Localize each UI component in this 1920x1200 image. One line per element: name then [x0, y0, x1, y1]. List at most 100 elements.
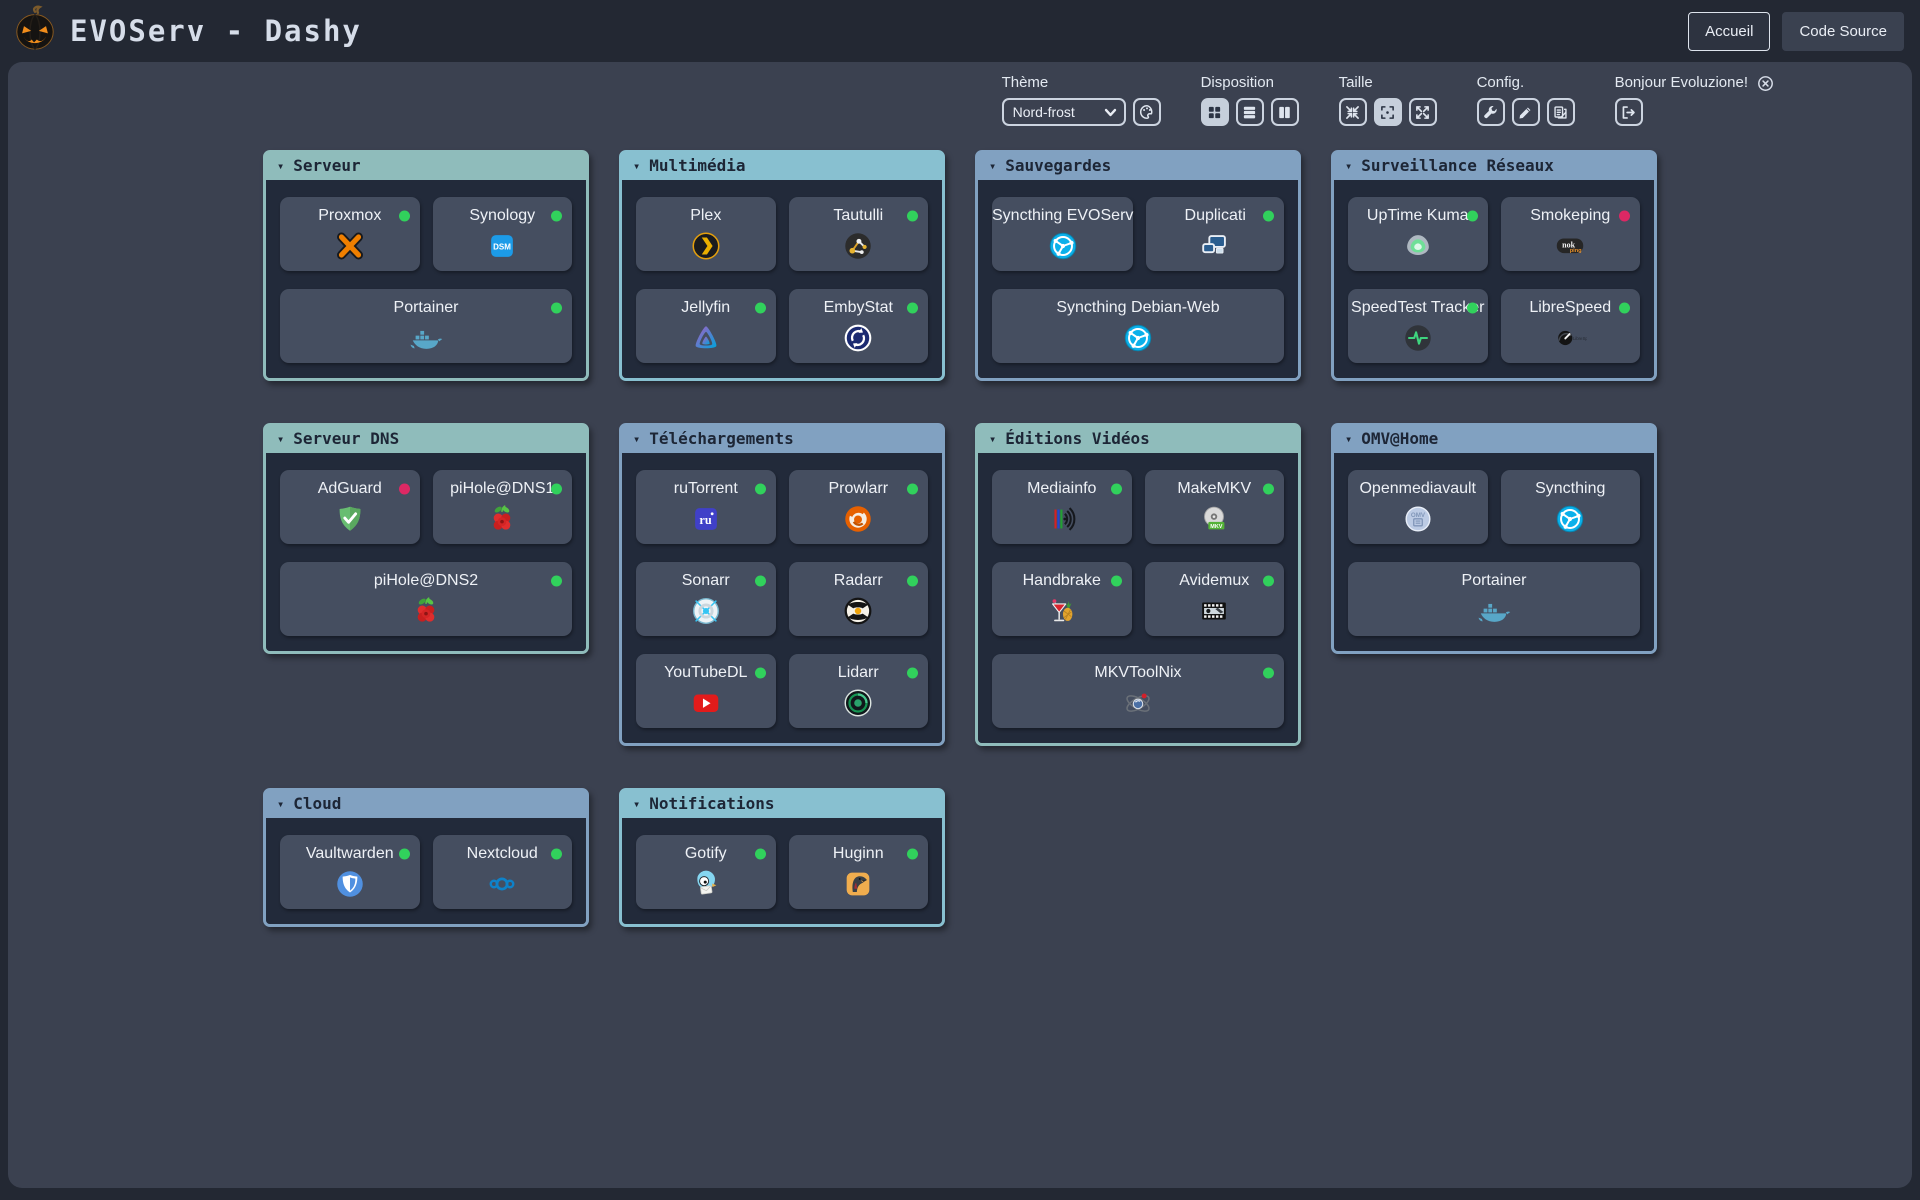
pencil-icon [1518, 105, 1533, 120]
tile-title-row: Tautulli [789, 206, 929, 226]
tile-title-row: Avidemux [1145, 571, 1285, 591]
tile-smokeping[interactable]: Smokeping nok ping [1500, 197, 1640, 271]
tile-jellyfin[interactable]: Jellyfin [636, 289, 776, 363]
jellyfin-icon [689, 321, 723, 355]
layout-columns-button[interactable] [1270, 98, 1299, 126]
tile-prowlarr[interactable]: Prowlarr [788, 470, 928, 544]
tile-title-row: piHole@DNS2 [280, 571, 572, 591]
tile-proxmox[interactable]: Proxmox [280, 197, 420, 271]
tile-label: Syncthing [1535, 479, 1606, 497]
tile-mkvtoolnix[interactable]: MKVToolNix [992, 654, 1284, 728]
plex-icon [689, 229, 723, 263]
tile-lidarr[interactable]: Lidarr [788, 654, 928, 728]
tile-openmediavault[interactable]: Openmediavault OMV [1348, 470, 1488, 544]
tile-avidemux[interactable]: Avidemux [1144, 562, 1285, 636]
section-header-surveillance-reseaux[interactable]: ▾ Surveillance Réseaux [1334, 153, 1654, 180]
tile-duplicati[interactable]: Duplicati [1146, 197, 1284, 271]
makemkv-icon: MKV [1197, 502, 1231, 536]
section-title: Serveur [293, 156, 361, 175]
pihole-icon [485, 502, 519, 536]
pumpkin-logo [12, 5, 58, 58]
section-title: Multimédia [649, 156, 746, 175]
section-header-multimedia[interactable]: ▾ Multimédia [622, 153, 942, 180]
circle-x-icon[interactable] [1757, 75, 1774, 92]
tile-gotify[interactable]: Gotify [636, 835, 776, 909]
tile-label: Portainer [393, 298, 459, 316]
mediainfo-icon [1045, 502, 1079, 536]
status-dot [1263, 667, 1274, 678]
rutorrent-icon: ru [689, 502, 723, 536]
section-header-cloud[interactable]: ▾ Cloud [266, 791, 586, 818]
section-body: ruTorrent ru Prowlarr Sonarr Radarr YouTubeDL… [622, 453, 942, 743]
tile-syncthing[interactable]: Syncthing [1500, 470, 1640, 544]
tile-title-row: Handbrake [992, 571, 1132, 591]
tile-label: MakeMKV [1177, 479, 1252, 497]
tile-tautulli[interactable]: Tautulli [788, 197, 929, 271]
tile-plex[interactable]: Plex [636, 197, 776, 271]
tile-portainer[interactable]: Portainer [280, 289, 572, 363]
section-header-serveur-dns[interactable]: ▾ Serveur DNS [266, 426, 586, 453]
layout-auto-button[interactable] [1200, 98, 1229, 126]
tile-title-row: Radarr [789, 571, 929, 591]
tile-librespeed[interactable]: LibreSpeed LibreSpeed [1500, 289, 1640, 363]
source-code-button[interactable]: Code Source [1782, 11, 1904, 51]
layout-rows-icon [1242, 105, 1257, 120]
tile-label: Syncthing Debian-Web [1056, 298, 1220, 316]
duplicati-icon [1198, 229, 1232, 263]
tile-title-row: Proxmox [280, 206, 420, 226]
tile-syncthing-evoserv[interactable]: Syncthing EVOServ [992, 197, 1134, 271]
tile-title-row: Plex [636, 206, 776, 226]
tile-mediainfo[interactable]: Mediainfo [992, 470, 1132, 544]
tile-portainer[interactable]: Portainer [1348, 562, 1640, 636]
status-dot [398, 848, 410, 859]
tile-label: Openmediavault [1359, 479, 1476, 497]
tile-huginn[interactable]: Huginn [788, 835, 928, 909]
tile-label: Synology [469, 206, 536, 224]
tile-title-row: MKVToolNix [992, 663, 1284, 683]
wrench-button[interactable] [1476, 98, 1505, 126]
status-dot [1466, 302, 1478, 313]
size-small-button[interactable] [1338, 98, 1367, 126]
palette-button[interactable] [1132, 98, 1161, 126]
tile-label: piHole@DNS1 [450, 479, 555, 497]
section-header-editions-videos[interactable]: ▾ Éditions Vidéos [978, 426, 1298, 453]
layout-rows-button[interactable] [1235, 98, 1264, 126]
tile-label: piHole@DNS2 [373, 571, 479, 589]
pencil-button[interactable] [1511, 98, 1540, 126]
swatches-button[interactable] [1546, 98, 1575, 126]
tile-syncthing-debian-web[interactable]: Syncthing Debian-Web [992, 289, 1284, 363]
tile-synology[interactable]: Synology DSM [432, 197, 572, 271]
section-header-serveur[interactable]: ▾ Serveur [266, 153, 586, 180]
status-dot [551, 210, 562, 221]
tile-title-row: Vaultwarden [280, 844, 420, 864]
section-omv-home: ▾ OMV@Home Openmediavault OMV Syncthing Porta… [1331, 423, 1657, 654]
theme-select[interactable]: Nord-frost [1001, 98, 1126, 126]
tile-speedtest-tracker[interactable]: SpeedTest Tracker [1348, 289, 1488, 363]
tile-nextcloud[interactable]: Nextcloud [432, 835, 572, 909]
home-button[interactable]: Accueil [1688, 11, 1771, 51]
tile-rutorrent[interactable]: ruTorrent ru [636, 470, 776, 544]
logout-button[interactable] [1614, 98, 1643, 126]
tile-pihole-dns2[interactable]: piHole@DNS2 [280, 562, 572, 636]
tile-embystat[interactable]: EmbyStat [788, 289, 928, 363]
size-large-button[interactable] [1408, 98, 1437, 126]
status-dot [1466, 210, 1478, 221]
tile-vaultwarden[interactable]: Vaultwarden [280, 835, 420, 909]
section-header-notifications[interactable]: ▾ Notifications [622, 791, 942, 818]
tile-sonarr[interactable]: Sonarr [636, 562, 776, 636]
section-sauvegardes: ▾ Sauvegardes Syncthing EVOServ Duplicati Sy… [975, 150, 1301, 381]
tile-youtubedl[interactable]: YouTubeDL [636, 654, 776, 728]
tile-uptime-kuma[interactable]: UpTime Kuma [1348, 197, 1488, 271]
tile-adguard[interactable]: AdGuard [280, 470, 420, 544]
handbrake-icon [1045, 594, 1079, 628]
status-dot [1110, 575, 1122, 586]
tile-label: Portainer [1461, 571, 1527, 589]
tile-makemkv[interactable]: MakeMKV MKV [1144, 470, 1284, 544]
section-header-sauvegardes[interactable]: ▾ Sauvegardes [978, 153, 1298, 180]
section-header-telechargements[interactable]: ▾ Téléchargements [622, 426, 942, 453]
tile-handbrake[interactable]: Handbrake [992, 562, 1132, 636]
tile-pihole-dns1[interactable]: piHole@DNS1 [432, 470, 572, 544]
tile-radarr[interactable]: Radarr [788, 562, 929, 636]
section-header-omv-home[interactable]: ▾ OMV@Home [1334, 426, 1654, 453]
size-medium-button[interactable] [1373, 98, 1402, 126]
